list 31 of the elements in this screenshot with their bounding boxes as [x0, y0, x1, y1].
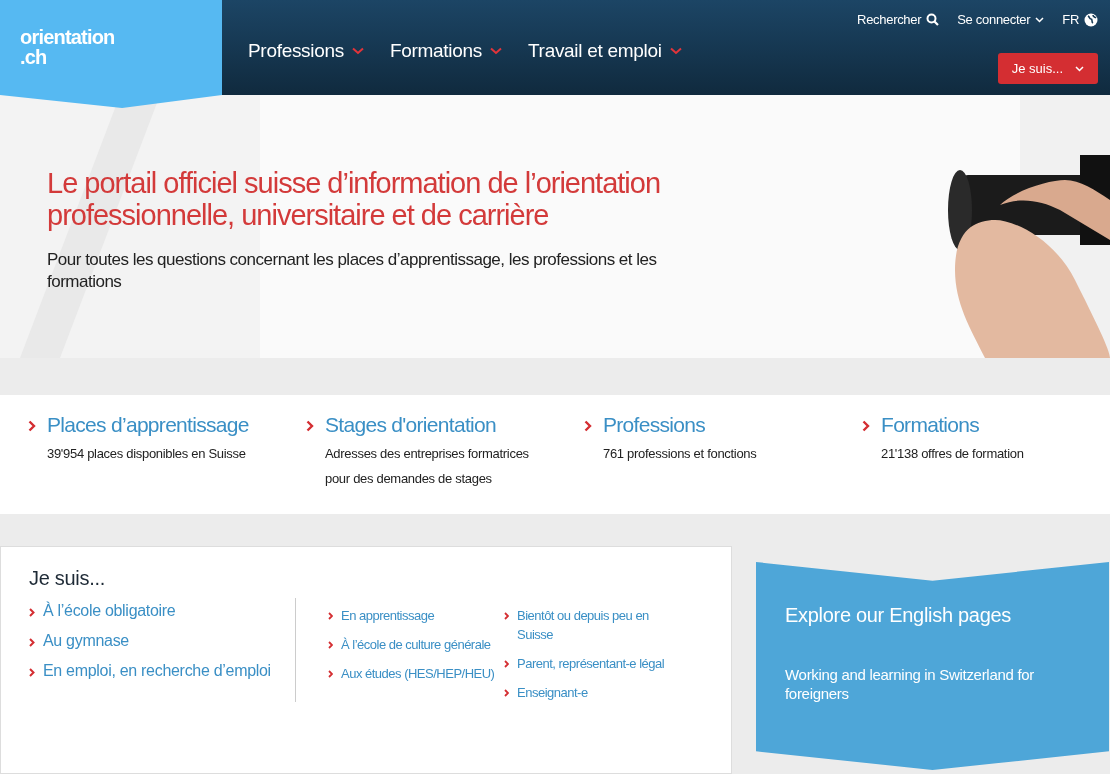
nav-menu-item[interactable]: Travail et emploi [528, 38, 682, 64]
audience-link[interactable]: À l’école de culture générale [328, 635, 504, 654]
nav-menu-item[interactable]: Formations [389, 38, 502, 64]
quick-link[interactable]: Stages d'orientation [306, 413, 584, 437]
audience-link[interactable]: Bientôt ou depuis peu en Suisse [504, 606, 680, 644]
hero-subtitle: Pour toutes les questions concernant les places d’apprentissage, les professions et les formations [47, 249, 658, 293]
english-pages-title: Explore our English pages [785, 604, 1012, 627]
quick-link-description: Adresses des entreprises formatrices pour des demandes de stages [325, 445, 530, 488]
english-pages-description: Working and learning in Switzerland for foreigners [785, 665, 1035, 703]
i-am-dropdown-button[interactable]: Je suis... [997, 53, 1098, 84]
audience-link[interactable]: En emploi, en recherche d’emploi [29, 662, 295, 680]
quick-link-description: 761 professions et fonctions [603, 445, 758, 463]
quick-link-description: 39'954 places disponibles en Suisse [47, 445, 247, 463]
search-link[interactable]: Rechercher [857, 12, 940, 27]
i-am-heading: Je suis... [29, 567, 106, 590]
quick-link[interactable]: Formations [862, 413, 1110, 437]
login-link[interactable]: Se connecter [957, 12, 1045, 27]
audience-link[interactable]: À l’école obligatoire [29, 602, 295, 620]
audience-link[interactable]: Aux études (HES/HEP/HEU) [328, 664, 504, 683]
audience-link[interactable]: Enseignant-e [504, 683, 680, 702]
language-link[interactable]: FR [1062, 12, 1098, 27]
logo[interactable]: orientation .ch [0, 0, 222, 108]
english-pages-banner[interactable]: Explore our English pages Working and learning in Switzerland for foreigners [756, 562, 1109, 770]
quick-link[interactable]: Places d’apprentissage [28, 413, 306, 437]
nav-menu-item[interactable]: Professions [248, 38, 364, 64]
hero-heading: Le portail officiel suisse d’information de l’orientation professionnelle, universitaire et de carrière [47, 167, 662, 231]
audience-link[interactable]: Au gymnase [29, 632, 295, 650]
quick-link[interactable]: Professions [584, 413, 862, 437]
audience-link[interactable]: En apprentissage [328, 606, 504, 625]
audience-link[interactable]: Parent, représentant-e légal [504, 654, 680, 673]
quick-link-description: 21'138 offres de formation [881, 445, 1025, 463]
